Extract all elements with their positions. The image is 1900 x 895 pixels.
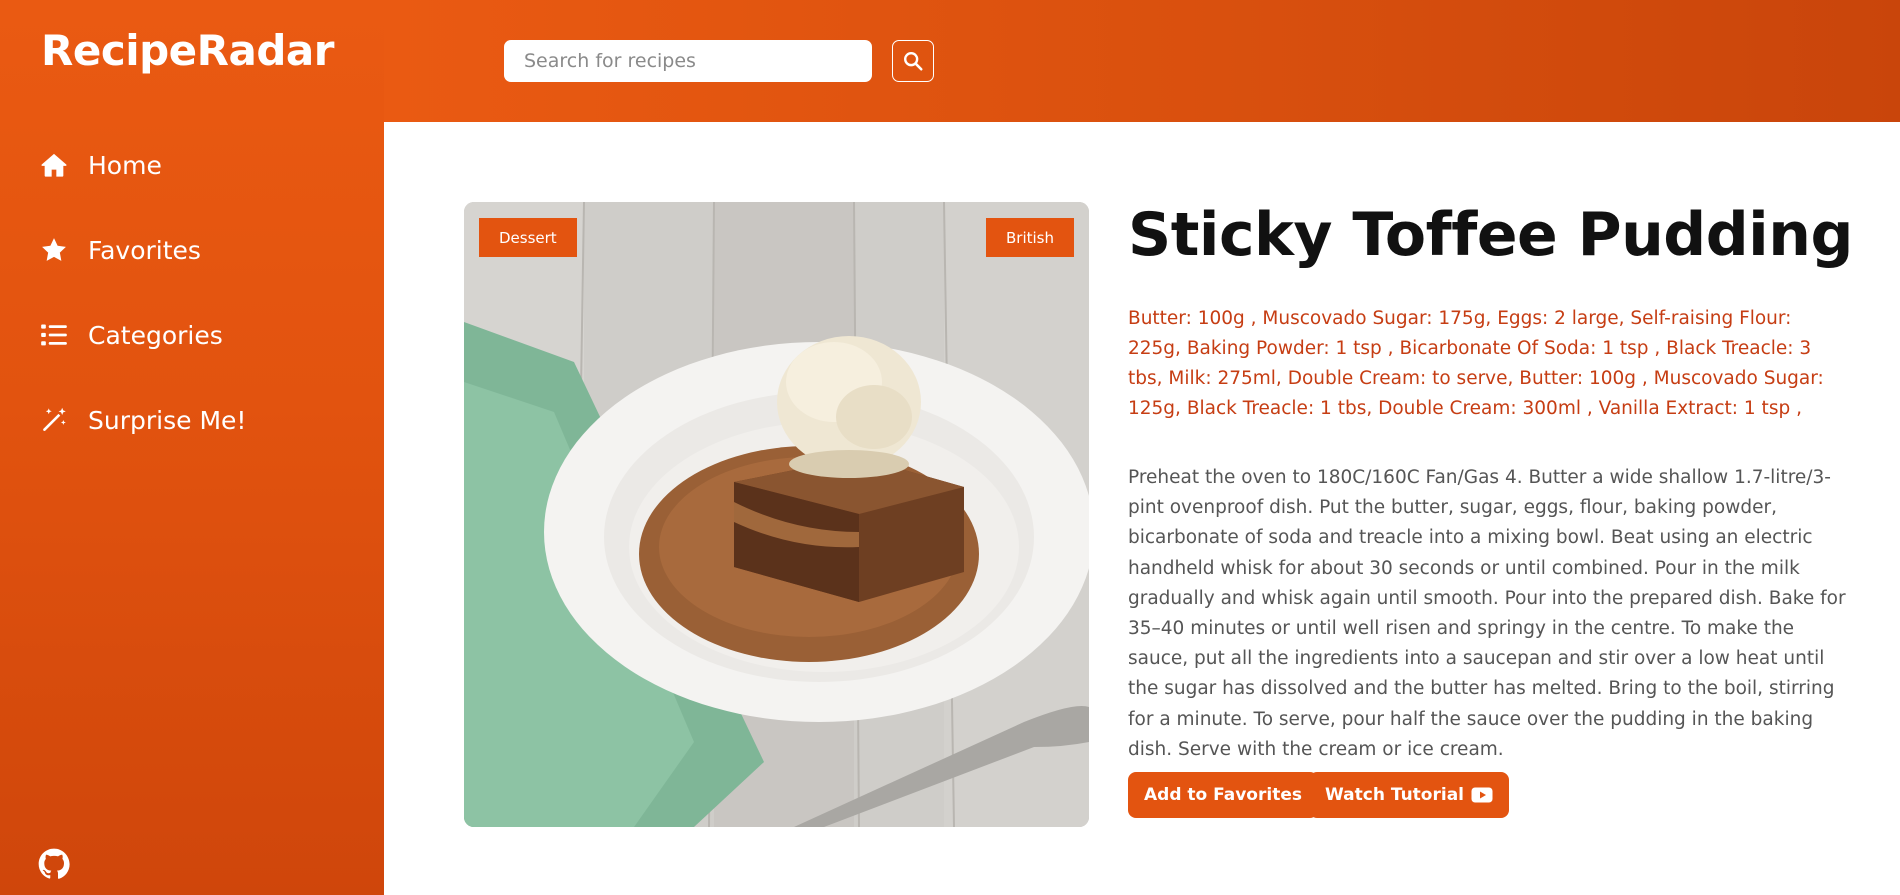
search-button[interactable] — [892, 40, 934, 82]
github-icon[interactable] — [38, 848, 70, 880]
sidebar-item-surprise[interactable]: Surprise Me! — [38, 395, 246, 445]
recipe-image: Dessert British — [464, 202, 1089, 827]
sidebar-item-label: Favorites — [88, 235, 201, 265]
sidebar-item-label: Surprise Me! — [88, 405, 247, 435]
sidebar-item-categories[interactable]: Categories — [38, 310, 223, 360]
sidebar: RecipeRadar Home Favorites Categories Su… — [0, 0, 384, 895]
recipe-ingredients: Butter: 100g , Muscovado Sugar: 175g, Eg… — [1128, 308, 1824, 419]
sidebar-item-label: Home — [88, 150, 162, 180]
sidebar-item-home[interactable]: Home — [38, 140, 162, 190]
recipe-title: Sticky Toffee Pudding — [1128, 200, 1853, 270]
home-icon — [38, 149, 70, 181]
app-logo[interactable]: RecipeRadar — [41, 26, 334, 75]
watch-tutorial-label: Watch Tutorial — [1325, 785, 1464, 805]
watch-tutorial-button[interactable]: Watch Tutorial — [1309, 772, 1509, 818]
search-icon — [902, 50, 924, 72]
top-header — [384, 0, 1900, 122]
area-badge[interactable]: British — [986, 218, 1074, 257]
magic-wand-icon — [38, 404, 70, 436]
search-input[interactable] — [504, 40, 872, 82]
list-icon — [38, 319, 70, 351]
sidebar-item-label: Categories — [88, 320, 223, 350]
star-icon — [38, 234, 70, 266]
add-to-favorites-label: Add to Favorites — [1144, 785, 1302, 805]
category-badge[interactable]: Dessert — [479, 218, 577, 257]
sidebar-item-favorites[interactable]: Favorites — [38, 225, 201, 275]
add-to-favorites-button[interactable]: Add to Favorites — [1128, 772, 1318, 818]
recipe-instructions: Preheat the oven to 180C/160C Fan/Gas 4.… — [1128, 467, 1846, 760]
youtube-icon — [1471, 787, 1493, 803]
recipe-photo — [464, 202, 1089, 827]
